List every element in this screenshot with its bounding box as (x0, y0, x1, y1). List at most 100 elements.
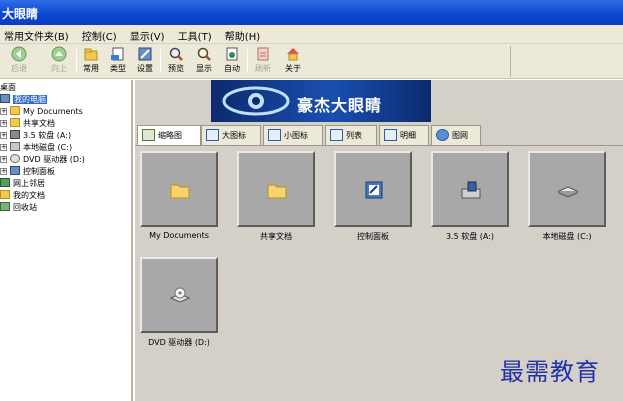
tab-label: 大图标 (222, 131, 246, 140)
tab-list[interactable]: 列表 (325, 125, 377, 145)
disk-icon (10, 142, 20, 151)
small-icons-icon (268, 129, 281, 141)
toolbar-separator (247, 49, 248, 73)
thumbnail-caption: DVD 驱动器 (D:) (148, 338, 210, 347)
thumbnail-floppy[interactable] (431, 151, 509, 227)
product-banner: 豪杰大眼睛 (211, 80, 431, 122)
list-icon (330, 129, 343, 141)
back-arrow-icon (11, 46, 27, 62)
expand-icon[interactable]: + (0, 108, 7, 115)
menu-favorites[interactable]: 常用文件夹(B) (4, 28, 69, 43)
floppy-icon (10, 130, 20, 139)
tree-item-label: 共享文档 (23, 119, 55, 128)
thumbnail-caption: 共享文档 (260, 232, 292, 241)
tree-item-dvd[interactable]: + DVD 驱动器 (D:) (0, 154, 85, 166)
details-icon (384, 129, 397, 141)
banner-area: 豪杰大眼睛 (135, 80, 623, 122)
preview-icon (169, 47, 183, 61)
tree-item-my-docs[interactable]: 我的文档 (0, 190, 45, 202)
file-type-button[interactable]: 类型 (105, 46, 131, 77)
tree-root[interactable]: 桌面 (0, 82, 16, 94)
tab-large-icons[interactable]: 大图标 (201, 125, 261, 145)
tree-item-label: 3.5 软盘 (A:) (23, 131, 72, 140)
tree-item-my-computer[interactable]: 我的电脑 (0, 94, 47, 106)
recycle-bin-icon (0, 202, 10, 211)
settings-button-label: 设置 (137, 64, 153, 73)
tree-item-label: My Documents (23, 107, 83, 116)
refresh-button-label: 刷新 (255, 64, 271, 73)
back-button[interactable]: 后退 (6, 46, 32, 77)
tree-item-floppy[interactable]: + 3.5 软盘 (A:) (0, 130, 71, 142)
thumbnail-local-disk[interactable] (528, 151, 606, 227)
tab-label: 小图标 (284, 131, 308, 140)
favorites-button-label: 常用 (83, 64, 99, 73)
tree-item-local-disk[interactable]: + 本地磁盘 (C:) (0, 142, 72, 154)
tree-item-label: 网上邻居 (13, 179, 45, 188)
up-button-label: 向上 (51, 64, 67, 73)
toolbar: 后退 向上 常用 类型 设置 预览 显示 自动 刷新 关于 (0, 44, 623, 79)
tab-details[interactable]: 明细 (379, 125, 429, 145)
tree-item-shared-documents[interactable]: + 共享文档 (0, 118, 55, 130)
window-title: 大眼睛 (2, 7, 39, 21)
thumbnails-icon (142, 129, 155, 141)
expand-icon[interactable]: + (0, 168, 7, 175)
tab-small-icons[interactable]: 小图标 (263, 125, 323, 145)
menu-view[interactable]: 显示(V) (130, 28, 165, 43)
title-bar[interactable]: 大眼睛 (0, 0, 623, 25)
menu-bar: 常用文件夹(B) 控制(C) 显示(V) 工具(T) 帮助(H) (0, 25, 623, 44)
tree-item-control-panel[interactable]: + 控制面板 (0, 166, 55, 178)
expand-icon[interactable]: + (0, 156, 7, 163)
tree-item-label: 控制面板 (23, 167, 55, 176)
floppy-icon (461, 181, 481, 199)
favorites-button[interactable]: 常用 (78, 46, 104, 77)
display-button[interactable]: 显示 (191, 46, 217, 77)
tab-web[interactable]: 图网 (431, 125, 481, 145)
settings-icon (138, 47, 152, 61)
thumbnail-caption: 控制面板 (357, 232, 389, 241)
web-icon (436, 129, 449, 141)
expand-icon[interactable]: + (0, 144, 7, 151)
expand-icon[interactable]: + (0, 132, 7, 139)
menu-tools[interactable]: 工具(T) (178, 28, 212, 43)
refresh-button[interactable]: 刷新 (250, 46, 276, 77)
tree-item-label: DVD 驱动器 (D:) (23, 155, 85, 164)
favorites-icon (84, 48, 98, 61)
up-button[interactable]: 向上 (46, 46, 72, 77)
watermark: 最需教育 (500, 358, 600, 386)
menu-help[interactable]: 帮助(H) (225, 28, 260, 43)
tree-item-my-documents[interactable]: + My Documents (0, 106, 83, 118)
documents-icon (0, 190, 10, 199)
eye-logo-icon (222, 86, 290, 116)
thumbnail-my-documents[interactable] (140, 151, 218, 227)
refresh-icon (257, 47, 269, 61)
settings-button[interactable]: 设置 (132, 46, 158, 77)
dvd-icon (170, 287, 190, 303)
file-type-button-label: 类型 (110, 64, 126, 73)
tree-item-recycle-bin[interactable]: 回收站 (0, 202, 37, 214)
view-tabs: 缩略图 大图标 小图标 列表 明细 图网 (135, 125, 623, 145)
toolbar-separator (160, 49, 161, 73)
control-panel-icon (365, 181, 383, 199)
expand-icon[interactable]: + (0, 120, 7, 127)
folder-icon (170, 184, 190, 199)
tab-label: 图网 (452, 131, 468, 140)
back-button-label: 后退 (11, 64, 27, 73)
up-arrow-icon (51, 46, 67, 62)
thumbnail-dvd[interactable] (140, 257, 218, 333)
thumbnail-shared-documents[interactable] (237, 151, 315, 227)
tree-item-network[interactable]: 网上邻居 (0, 178, 45, 190)
auto-button-label: 自动 (224, 64, 240, 73)
auto-button[interactable]: 自动 (219, 46, 245, 77)
tab-label: 缩略图 (158, 131, 182, 140)
tree-item-label: 回收站 (13, 203, 37, 212)
thumbnail-caption: 3.5 软盘 (A:) (445, 232, 495, 241)
auto-icon (226, 47, 238, 61)
large-icons-icon (206, 129, 219, 141)
about-icon (287, 48, 299, 61)
about-button[interactable]: 关于 (280, 46, 306, 77)
thumbnail-caption: My Documents (149, 231, 209, 240)
preview-button[interactable]: 预览 (163, 46, 189, 77)
tab-thumbnails[interactable]: 缩略图 (137, 125, 201, 145)
thumbnail-control-panel[interactable] (334, 151, 412, 227)
menu-control[interactable]: 控制(C) (82, 28, 117, 43)
